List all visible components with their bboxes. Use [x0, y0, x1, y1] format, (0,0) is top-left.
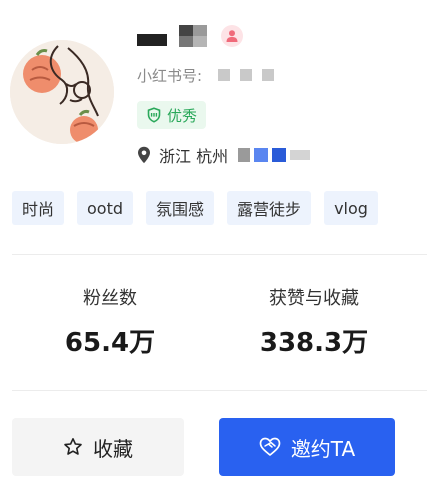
invite-label: 邀约TA [290, 436, 356, 461]
nickname-redaction [137, 34, 167, 46]
likes-collects-value: 338.3万 [259, 328, 369, 358]
invite-button[interactable]: 邀约TA [219, 418, 395, 476]
tag-list: 时尚 ootd 氛围感 露营徒步 vlog [12, 191, 378, 225]
location-pin-icon [138, 146, 150, 164]
tag-item[interactable]: 露营徒步 [227, 191, 312, 225]
likes-collects-label: 获赞与收藏 [269, 288, 359, 309]
likes-collects-stat: 获赞与收藏 338.3万 [214, 287, 414, 359]
tag-item[interactable]: ootd [77, 191, 134, 225]
red-id-row: 小红书号: [137, 64, 275, 86]
divider [12, 390, 427, 391]
star-outline-icon [64, 438, 82, 455]
divider [12, 254, 427, 255]
location-row: 浙江 杭州 [137, 144, 311, 166]
excellent-badge: 优秀 [137, 101, 207, 129]
badge-label: 优秀 [167, 106, 198, 125]
followers-stat: 粉丝数 65.4万 [10, 287, 210, 359]
nickname-row [137, 23, 243, 49]
avatar[interactable] [10, 40, 114, 144]
red-id-redaction [218, 69, 275, 81]
tag-item[interactable]: 时尚 [12, 191, 65, 225]
favorite-button[interactable]: 收藏 [12, 418, 184, 476]
blogger-profile-card: 小红书号: 优秀 浙江 杭州 时尚 ootd 氛围感 露营徒步 vlog 粉丝数… [0, 0, 439, 500]
followers-value: 65.4万 [64, 328, 156, 358]
avatar-illustration [10, 40, 114, 144]
followers-label: 粉丝数 [83, 288, 137, 309]
heart-handshake-icon [259, 437, 281, 456]
location-text: 浙江 杭州 [159, 147, 229, 166]
tag-item[interactable]: vlog [324, 191, 378, 225]
tag-item[interactable]: 氛围感 [146, 191, 215, 225]
red-id-label: 小红书号: [137, 66, 203, 85]
female-user-icon [221, 25, 243, 47]
nickname-redaction-mosaic [179, 25, 207, 47]
favorite-label: 收藏 [93, 436, 133, 461]
location-redaction [238, 148, 311, 162]
shield-check-icon [147, 107, 161, 123]
